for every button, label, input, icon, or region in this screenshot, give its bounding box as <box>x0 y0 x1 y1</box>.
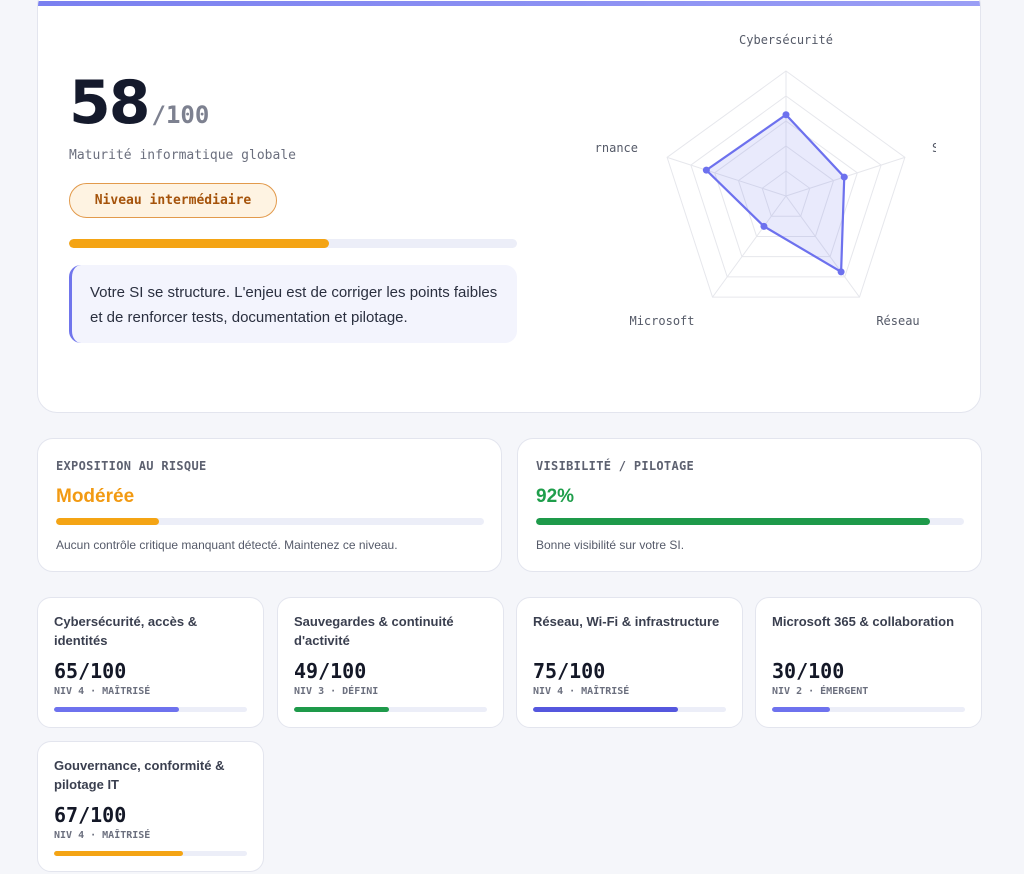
domain-level: NIV 4 · MAÎTRISÉ <box>54 830 151 841</box>
domain-progress-fill <box>54 851 184 856</box>
score-denominator: /100 <box>151 101 210 129</box>
visibility-progress-bar <box>536 518 964 525</box>
level-badge: Niveau intermédiaire <box>69 183 277 218</box>
risk-label: EXPOSITION AU RISQUE <box>56 459 207 473</box>
domain-level: NIV 4 · MAÎTRISÉ <box>54 686 151 697</box>
domain-title: Microsoft 365 & collaboration <box>772 614 955 629</box>
radar-series <box>702 111 848 276</box>
domain-score: 30/100 <box>772 659 845 683</box>
domain-title: Cybersécurité, accès & identités <box>54 614 198 648</box>
domain-progress-fill <box>533 707 678 712</box>
global-score: 58/100 <box>69 73 209 133</box>
radar-axis-label: Réseau <box>876 314 919 328</box>
domain-progress-fill <box>54 707 180 712</box>
domain-card-network: Réseau, Wi-Fi & infrastructure 75/100 NI… <box>516 597 743 728</box>
visibility-value: 92% <box>536 486 575 507</box>
domain-card-governance: Gouvernance, conformité & pilotage IT 67… <box>37 741 264 872</box>
visibility-label: VISIBILITÉ / PILOTAGE <box>536 459 695 473</box>
domain-score: 65/100 <box>54 659 127 683</box>
domain-score: 75/100 <box>533 659 606 683</box>
card-accent-bar <box>38 1 980 6</box>
domain-title: Gouvernance, conformité & pilotage IT <box>54 758 225 792</box>
domain-level: NIV 4 · MAÎTRISÉ <box>533 686 630 697</box>
radar-point <box>837 268 845 276</box>
visibility-note: Bonne visibilité sur votre SI. <box>536 538 685 552</box>
domain-score: 49/100 <box>294 659 367 683</box>
risk-note: Aucun contrôle critique manquant détecté… <box>56 538 398 552</box>
domain-progress-bar <box>772 707 965 712</box>
domain-level: NIV 2 · ÉMERGENT <box>772 686 869 697</box>
risk-exposure-card: EXPOSITION AU RISQUE Modérée Aucun contr… <box>37 438 502 572</box>
radar-point <box>760 222 768 230</box>
radar-point <box>782 111 790 119</box>
domain-title: Réseau, Wi-Fi & infrastructure <box>533 614 720 629</box>
summary-message: Votre SI se structure. L'enjeu est de co… <box>69 265 517 343</box>
domain-progress-fill <box>772 707 830 712</box>
domain-progress-fill <box>294 707 389 712</box>
score-value: 58 <box>69 68 150 138</box>
domain-level: NIV 3 · DÉFINI <box>294 686 379 697</box>
maturity-summary-card: 58/100 Maturité informatique globale Niv… <box>37 0 981 413</box>
global-progress-fill <box>69 239 329 248</box>
domain-progress-bar <box>54 851 247 856</box>
radar-axis-label: Cybersécurité <box>739 33 833 47</box>
radar-chart: Cybersécurité Sauve| Réseau Microsoft rnance <box>595 33 961 328</box>
domain-card-microsoft365: Microsoft 365 & collaboration 30/100 NIV… <box>755 597 982 728</box>
domain-progress-bar <box>54 707 247 712</box>
domain-score: 67/100 <box>54 803 127 827</box>
radar-axis-label: rnance <box>595 141 638 155</box>
score-subtitle: Maturité informatique globale <box>69 148 296 163</box>
domain-card-cybersecurity: Cybersécurité, accès & identités 65/100 … <box>37 597 264 728</box>
domain-card-backups: Sauvegardes & continuité d'activité 49/1… <box>277 597 504 728</box>
domain-progress-bar <box>533 707 726 712</box>
domain-title: Sauvegardes & continuité d'activité <box>294 614 454 648</box>
radar-point <box>702 166 710 174</box>
radar-axis-label: Sauve| <box>932 141 961 155</box>
risk-progress-fill <box>56 518 159 525</box>
domain-progress-bar <box>294 707 487 712</box>
risk-progress-bar <box>56 518 484 525</box>
risk-value: Modérée <box>56 486 135 507</box>
visibility-card: VISIBILITÉ / PILOTAGE 92% Bonne visibili… <box>517 438 982 572</box>
radar-point <box>840 173 848 181</box>
global-progress-bar <box>69 239 517 248</box>
visibility-progress-fill <box>536 518 930 525</box>
radar-axis-label: Microsoft <box>629 314 694 328</box>
